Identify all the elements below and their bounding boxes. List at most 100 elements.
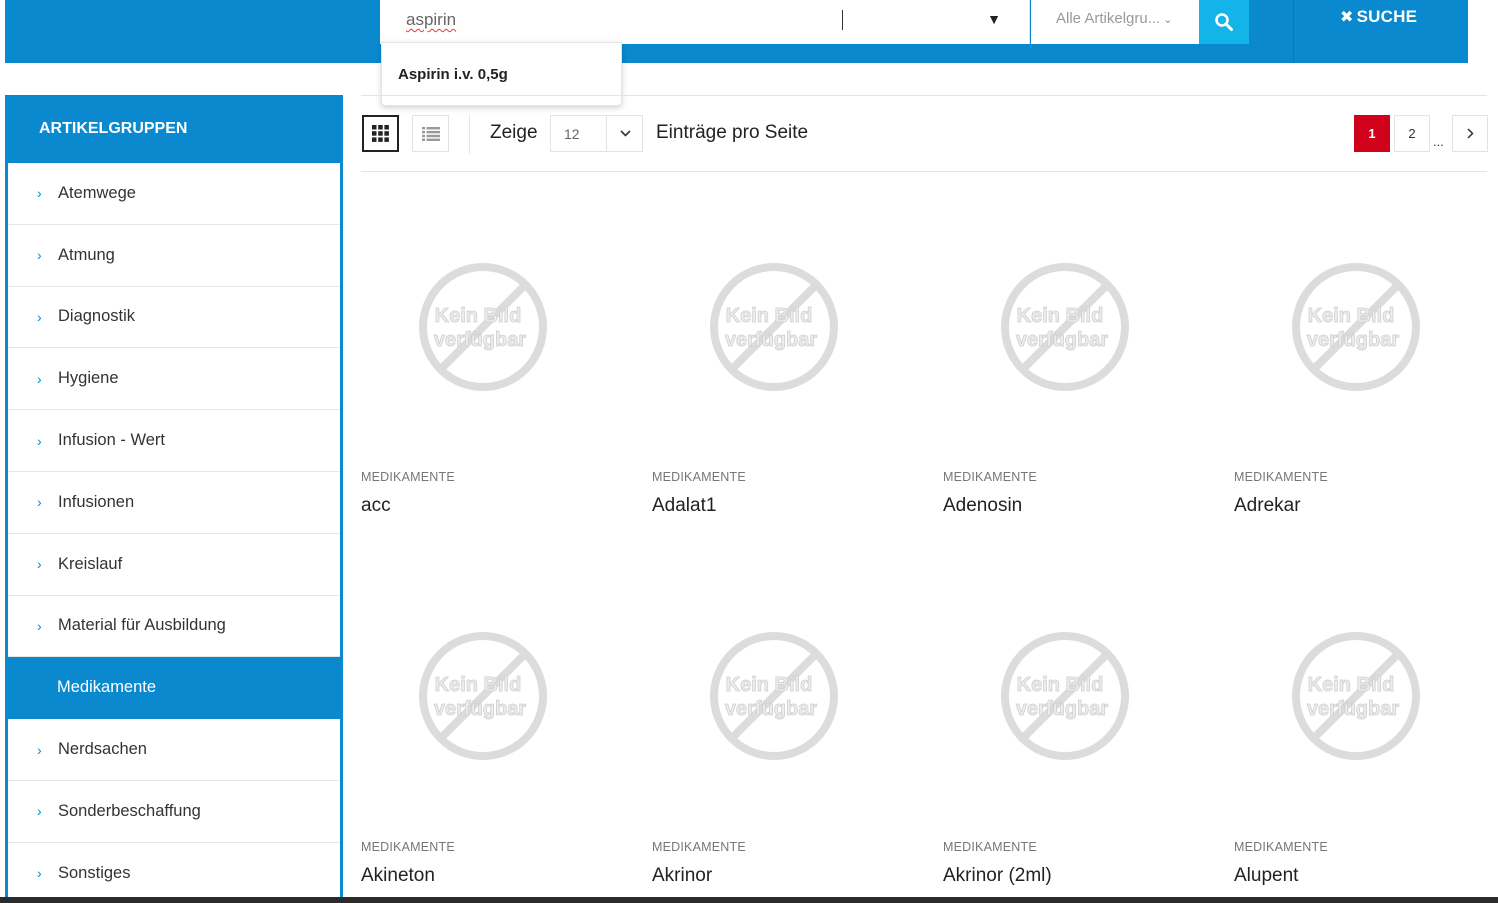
page-1-button[interactable]: 1 bbox=[1354, 115, 1390, 152]
per-page-select[interactable]: 12 bbox=[550, 115, 643, 152]
sidebar-item-material-fuer-ausbildung[interactable]: › Material für Ausbildung bbox=[8, 596, 340, 658]
no-image-text: Kein Bild bbox=[726, 674, 813, 696]
no-image-placeholder: Kein Bildverfügbar bbox=[1001, 632, 1129, 760]
category-select-value: Alle Artikelgru... bbox=[1056, 10, 1161, 27]
per-page-value: 12 bbox=[564, 126, 580, 142]
chevron-right-icon: › bbox=[37, 432, 42, 449]
chevron-right-icon: › bbox=[37, 185, 42, 202]
close-search-label: SUCHE bbox=[1356, 7, 1418, 26]
sidebar-item-sonstiges[interactable]: › Sonstiges bbox=[8, 843, 340, 903]
chevron-right-icon: › bbox=[37, 247, 42, 264]
sidebar-item-sonderbeschaffung[interactable]: › Sonderbeschaffung bbox=[8, 781, 340, 843]
product-category: MEDIKAMENTE bbox=[361, 840, 455, 854]
chevron-right-icon: › bbox=[37, 370, 42, 387]
no-image-placeholder: Kein Bildverfügbar bbox=[1001, 263, 1129, 391]
show-label: Zeige bbox=[490, 122, 538, 143]
sidebar-item-infusionen[interactable]: › Infusionen bbox=[8, 472, 340, 534]
no-image-text: verfügbar bbox=[434, 329, 526, 351]
no-image-text: verfügbar bbox=[725, 329, 817, 351]
chevron-right-icon: › bbox=[37, 865, 42, 882]
product-name[interactable]: Akrinor bbox=[652, 865, 712, 887]
sidebar-item-label: Infusionen bbox=[58, 492, 135, 511]
next-page-button[interactable] bbox=[1452, 115, 1488, 152]
product-name[interactable]: Adrekar bbox=[1234, 495, 1301, 517]
product-name[interactable]: Alupent bbox=[1234, 865, 1298, 887]
no-image-placeholder: Kein Bildverfügbar bbox=[710, 263, 838, 391]
divider bbox=[361, 171, 1487, 172]
product-category: MEDIKAMENTE bbox=[652, 470, 746, 484]
product-category: MEDIKAMENTE bbox=[361, 470, 455, 484]
list-view-button[interactable] bbox=[412, 115, 449, 152]
no-image-placeholder: Kein Bildverfügbar bbox=[1292, 263, 1420, 391]
chevron-down-icon: ⌄ bbox=[1163, 14, 1173, 26]
product-card[interactable]: Kein Bild verfügbar MEDIKAMENTE acc bbox=[361, 260, 631, 560]
sidebar-item-infusion-wert[interactable]: › Infusion - Wert bbox=[8, 410, 340, 472]
sidebar-item-label: Diagnostik bbox=[58, 307, 136, 326]
no-image-placeholder: Kein Bildverfügbar bbox=[419, 263, 547, 391]
product-name[interactable]: Adalat1 bbox=[652, 495, 716, 517]
suggestion-item[interactable]: Aspirin i.v. 0,5g bbox=[398, 66, 508, 83]
sidebar-item-atemwege[interactable]: › Atemwege bbox=[8, 163, 340, 225]
product-card[interactable]: Kein Bild verfügbar MEDIKAMENTE Adalat1 bbox=[652, 260, 922, 560]
product-card[interactable]: Kein Bild verfügbar MEDIKAMENTE Adrekar bbox=[1234, 260, 1498, 560]
product-name[interactable]: Akrinor (2ml) bbox=[943, 865, 1052, 887]
sidebar-item-medikamente[interactable]: Medikamente bbox=[5, 657, 343, 720]
sidebar-item-atmung[interactable]: › Atmung bbox=[8, 225, 340, 287]
product-card[interactable]: Kein Bild verfügbar MEDIKAMENTE Adenosin bbox=[943, 260, 1213, 560]
toolbar-separator bbox=[469, 114, 470, 154]
search-suggestions: Aspirin i.v. 0,5g bbox=[381, 42, 622, 106]
search-icon bbox=[1215, 13, 1233, 31]
no-image-text: Kein Bild bbox=[435, 674, 522, 696]
product-card[interactable]: Kein Bild verfügbar MEDIKAMENTE Akineton bbox=[361, 629, 631, 903]
sidebar-item-label: Hygiene bbox=[58, 369, 119, 388]
list-icon bbox=[421, 126, 440, 141]
no-image-text: verfügbar bbox=[1016, 698, 1108, 720]
product-name[interactable]: Akineton bbox=[361, 865, 435, 887]
page: aspirin ▼ Alle Artikelgru... ⌄ ✖ SUCHE Asp… bbox=[0, 0, 1498, 903]
product-name[interactable]: acc bbox=[361, 495, 391, 517]
sidebar-item-label: Infusion - Wert bbox=[58, 431, 165, 450]
product-category: MEDIKAMENTE bbox=[1234, 840, 1328, 854]
chevron-right-icon: › bbox=[37, 741, 42, 758]
triangle-down-icon[interactable]: ▼ bbox=[987, 11, 1001, 27]
product-category: MEDIKAMENTE bbox=[652, 840, 746, 854]
sidebar-item-label: Sonderbeschaffung bbox=[58, 801, 201, 820]
sidebar-item-label: Atmung bbox=[58, 245, 115, 264]
sidebar-item-kreislauf[interactable]: › Kreislauf bbox=[8, 534, 340, 596]
product-card[interactable]: Kein Bild verfügbar MEDIKAMENTE Alupent bbox=[1234, 629, 1498, 903]
sidebar-item-diagnostik[interactable]: › Diagnostik bbox=[8, 287, 340, 349]
no-image-text: Kein Bild bbox=[1017, 674, 1104, 696]
product-card[interactable]: Kein Bild verfügbar MEDIKAMENTE Akrinor (2m… bbox=[943, 629, 1213, 903]
sidebar-item-hygiene[interactable]: › Hygiene bbox=[8, 348, 340, 411]
divider bbox=[361, 95, 1487, 96]
close-search-button[interactable]: ✖ SUCHE bbox=[1340, 7, 1417, 27]
sidebar-item-label: Kreislauf bbox=[58, 554, 123, 573]
product-card[interactable]: Kein Bild verfügbar MEDIKAMENTE Akrinor bbox=[652, 629, 922, 903]
no-image-text: Kein Bild bbox=[726, 305, 813, 327]
search-button[interactable] bbox=[1199, 0, 1249, 44]
no-image-text: verfügbar bbox=[1307, 698, 1399, 720]
per-page-label: Einträge pro Seite bbox=[656, 122, 809, 143]
product-category: MEDIKAMENTE bbox=[1234, 470, 1328, 484]
sidebar-item-nerdsachen[interactable]: › Nerdsachen bbox=[8, 719, 340, 781]
category-select[interactable]: Alle Artikelgru... ⌄ bbox=[1031, 0, 1199, 44]
sidebar-item-label: Medikamente bbox=[57, 678, 157, 697]
no-image-text: verfügbar bbox=[725, 698, 817, 720]
no-image-text: verfügbar bbox=[434, 698, 526, 720]
search-input[interactable]: aspirin ▼ bbox=[380, 0, 1030, 44]
product-name[interactable]: Adenosin bbox=[943, 495, 1022, 517]
sidebar-item-label: Nerdsachen bbox=[58, 740, 147, 759]
chevron-right-icon: › bbox=[37, 494, 42, 511]
no-image-text: Kein Bild bbox=[1017, 305, 1104, 327]
no-image-text: Kein Bild bbox=[1308, 305, 1395, 327]
chevron-right-icon: › bbox=[37, 803, 42, 820]
grid-view-button[interactable] bbox=[362, 115, 399, 152]
window-bottom-edge bbox=[0, 897, 1498, 903]
page-2-button[interactable]: 2 bbox=[1394, 115, 1430, 152]
category-sidebar: ARTIKELGRUPPEN › Atemwege › Atmung › Dia… bbox=[5, 95, 343, 903]
grid-icon bbox=[372, 125, 389, 142]
no-image-placeholder: Kein Bildverfügbar bbox=[419, 632, 547, 760]
close-icon: ✖ bbox=[1340, 9, 1354, 26]
chevron-right-icon: › bbox=[37, 308, 42, 325]
pagination-ellipsis: ... bbox=[1433, 134, 1444, 149]
